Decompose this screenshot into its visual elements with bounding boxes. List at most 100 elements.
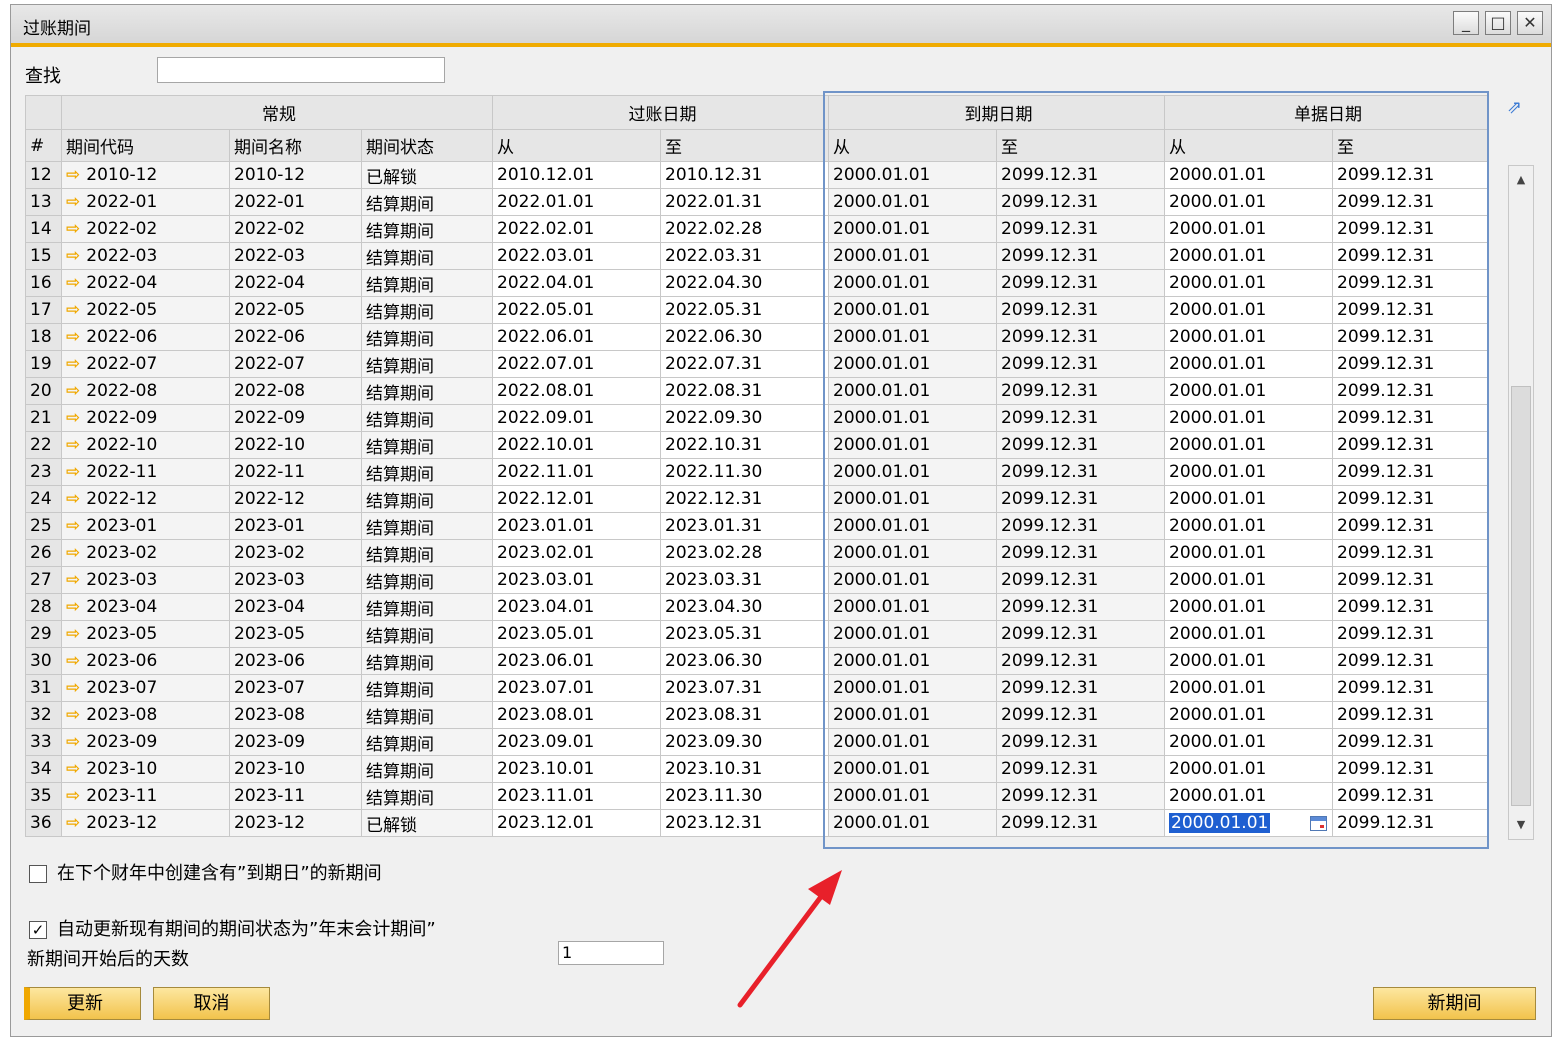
table-row[interactable]: 25 ⇨ 2023-01 2023-01 结算期间 2023.01.01 2023.01.3… bbox=[25, 512, 1488, 540]
cell-posting-from[interactable]: 2023.11.01 bbox=[492, 782, 661, 810]
cell-posting-to[interactable]: 2022.04.30 bbox=[660, 269, 829, 297]
cell-posting-to[interactable]: 2023.02.28 bbox=[660, 539, 829, 567]
cell-due-to[interactable]: 2099.12.31 bbox=[996, 431, 1165, 459]
cell-due-to[interactable]: 2099.12.31 bbox=[996, 512, 1165, 540]
cell-due-to[interactable]: 2099.12.31 bbox=[996, 350, 1165, 378]
cell-document-from[interactable]: 2000.01.01 bbox=[1164, 512, 1333, 540]
cell-period-name[interactable]: 2023-02 bbox=[229, 539, 362, 567]
cell-period-status[interactable]: 结算期间 bbox=[361, 782, 493, 810]
row-number[interactable]: 27 bbox=[25, 566, 62, 594]
cell-due-to[interactable]: 2099.12.31 bbox=[996, 269, 1165, 297]
cell-posting-to[interactable]: 2010.12.31 bbox=[660, 161, 829, 189]
orange-arrow-icon[interactable]: ⇨ bbox=[66, 570, 80, 590]
cell-due-from[interactable]: 2000.01.01 bbox=[828, 566, 997, 594]
cell-posting-to[interactable]: 2023.03.31 bbox=[660, 566, 829, 594]
cell-posting-to[interactable]: 2022.11.30 bbox=[660, 458, 829, 486]
cell-posting-to[interactable]: 2023.11.30 bbox=[660, 782, 829, 810]
table-row[interactable]: 35 ⇨ 2023-11 2023-11 结算期间 2023.11.01 2023.11.3… bbox=[25, 782, 1488, 810]
column-header-document-to[interactable]: 至 bbox=[1332, 129, 1488, 162]
cell-period-name[interactable]: 2023-10 bbox=[229, 755, 362, 783]
row-number[interactable]: 22 bbox=[25, 431, 62, 459]
cell-document-from[interactable]: 2000.01.01 bbox=[1164, 782, 1333, 810]
cell-document-from[interactable]: 2000.01.01 bbox=[1164, 566, 1333, 594]
cell-posting-from[interactable]: 2022.07.01 bbox=[492, 350, 661, 378]
cell-posting-to[interactable]: 2023.10.31 bbox=[660, 755, 829, 783]
cell-period-status[interactable]: 结算期间 bbox=[361, 647, 493, 675]
cell-period-name[interactable]: 2010-12 bbox=[229, 161, 362, 189]
orange-arrow-icon[interactable]: ⇨ bbox=[66, 597, 80, 617]
cell-period-name[interactable]: 2023-08 bbox=[229, 701, 362, 729]
cell-document-from[interactable]: 2000.01.01 bbox=[1164, 350, 1333, 378]
row-number[interactable]: 29 bbox=[25, 620, 62, 648]
cell-posting-to[interactable]: 2022.01.31 bbox=[660, 188, 829, 216]
expand-arrow-icon[interactable]: ⇗ bbox=[1507, 97, 1522, 118]
cell-posting-to[interactable]: 2023.06.30 bbox=[660, 647, 829, 675]
cell-posting-to[interactable]: 2023.04.30 bbox=[660, 593, 829, 621]
cell-document-from[interactable]: 2000.01.01 bbox=[1164, 404, 1333, 432]
cell-posting-to[interactable]: 2023.07.31 bbox=[660, 674, 829, 702]
column-header-period-status[interactable]: 期间状态 bbox=[361, 129, 493, 162]
row-number[interactable]: 12 bbox=[25, 161, 62, 189]
cell-period-code[interactable]: ⇨ 2023-06 bbox=[61, 647, 230, 675]
cell-due-from[interactable]: 2000.01.01 bbox=[828, 188, 997, 216]
cell-document-from[interactable]: 2000.01.01 bbox=[1164, 485, 1333, 513]
cell-due-from[interactable]: 2000.01.01 bbox=[828, 782, 997, 810]
cell-period-status[interactable]: 结算期间 bbox=[361, 566, 493, 594]
orange-arrow-icon[interactable]: ⇨ bbox=[66, 678, 80, 698]
row-number[interactable]: 15 bbox=[25, 242, 62, 270]
cell-document-from[interactable]: 2000.01.01 bbox=[1164, 296, 1333, 324]
cell-document-to[interactable]: 2099.12.31 bbox=[1332, 755, 1488, 783]
cell-due-from[interactable]: 2000.01.01 bbox=[828, 215, 997, 243]
cell-period-name[interactable]: 2022-05 bbox=[229, 296, 362, 324]
cell-due-to[interactable]: 2099.12.31 bbox=[996, 701, 1165, 729]
orange-arrow-icon[interactable]: ⇨ bbox=[66, 327, 80, 347]
cell-due-to[interactable]: 2099.12.31 bbox=[996, 188, 1165, 216]
cell-period-code[interactable]: ⇨ 2023-12 bbox=[61, 809, 230, 837]
cell-due-from[interactable]: 2000.01.01 bbox=[828, 647, 997, 675]
cell-posting-to[interactable]: 2022.12.31 bbox=[660, 485, 829, 513]
cell-document-from[interactable]: 2000.01.01 bbox=[1164, 242, 1333, 270]
cell-due-from[interactable]: 2000.01.01 bbox=[828, 242, 997, 270]
table-row[interactable]: 17 ⇨ 2022-05 2022-05 结算期间 2022.05.01 2022.05.3… bbox=[25, 296, 1488, 324]
cell-period-code[interactable]: ⇨ 2022-11 bbox=[61, 458, 230, 486]
cell-document-from[interactable]: 2000.01.01 bbox=[1164, 674, 1333, 702]
table-row[interactable]: 27 ⇨ 2023-03 2023-03 结算期间 2023.03.01 2023.03.3… bbox=[25, 566, 1488, 594]
cell-period-status[interactable]: 结算期间 bbox=[361, 215, 493, 243]
orange-arrow-icon[interactable]: ⇨ bbox=[66, 246, 80, 266]
cell-period-status[interactable]: 结算期间 bbox=[361, 269, 493, 297]
cell-due-to[interactable]: 2099.12.31 bbox=[996, 377, 1165, 405]
cell-period-status[interactable]: 已解锁 bbox=[361, 809, 493, 837]
cell-due-from[interactable]: 2000.01.01 bbox=[828, 458, 997, 486]
cell-due-to[interactable]: 2099.12.31 bbox=[996, 728, 1165, 756]
cell-document-to[interactable]: 2099.12.31 bbox=[1332, 701, 1488, 729]
cell-posting-from[interactable]: 2022.11.01 bbox=[492, 458, 661, 486]
cell-posting-from[interactable]: 2022.09.01 bbox=[492, 404, 661, 432]
cell-posting-from[interactable]: 2023.07.01 bbox=[492, 674, 661, 702]
orange-arrow-icon[interactable]: ⇨ bbox=[66, 705, 80, 725]
cell-period-code[interactable]: ⇨ 2022-12 bbox=[61, 485, 230, 513]
table-row[interactable]: 36 ⇨ 2023-12 2023-12 已解锁 2023.12.01 2023.12.31… bbox=[25, 809, 1488, 837]
row-number[interactable]: 26 bbox=[25, 539, 62, 567]
cell-posting-from[interactable]: 2023.09.01 bbox=[492, 728, 661, 756]
cell-due-to[interactable]: 2099.12.31 bbox=[996, 404, 1165, 432]
cell-posting-to[interactable]: 2022.09.30 bbox=[660, 404, 829, 432]
cell-period-name[interactable]: 2022-07 bbox=[229, 350, 362, 378]
row-number[interactable]: 34 bbox=[25, 755, 62, 783]
cell-due-from[interactable]: 2000.01.01 bbox=[828, 512, 997, 540]
cell-period-name[interactable]: 2022-03 bbox=[229, 242, 362, 270]
cell-posting-to[interactable]: 2023.12.31 bbox=[660, 809, 829, 837]
cell-due-from[interactable]: 2000.01.01 bbox=[828, 674, 997, 702]
table-row[interactable]: 18 ⇨ 2022-06 2022-06 结算期间 2022.06.01 2022.06.3… bbox=[25, 323, 1488, 351]
cell-due-from[interactable]: 2000.01.01 bbox=[828, 485, 997, 513]
cell-due-from[interactable]: 2000.01.01 bbox=[828, 620, 997, 648]
cell-period-code[interactable]: ⇨ 2023-09 bbox=[61, 728, 230, 756]
scroll-up-icon[interactable]: ▲ bbox=[1509, 168, 1533, 192]
cell-due-from[interactable]: 2000.01.01 bbox=[828, 377, 997, 405]
cell-period-code[interactable]: ⇨ 2023-07 bbox=[61, 674, 230, 702]
cell-document-to[interactable]: 2099.12.31 bbox=[1332, 323, 1488, 351]
column-header-posting-from[interactable]: 从 bbox=[492, 129, 661, 162]
cell-period-code[interactable]: ⇨ 2023-10 bbox=[61, 755, 230, 783]
row-number[interactable]: 17 bbox=[25, 296, 62, 324]
cell-period-code[interactable]: ⇨ 2022-10 bbox=[61, 431, 230, 459]
cell-document-from[interactable]: 2000.01.01 bbox=[1164, 755, 1333, 783]
